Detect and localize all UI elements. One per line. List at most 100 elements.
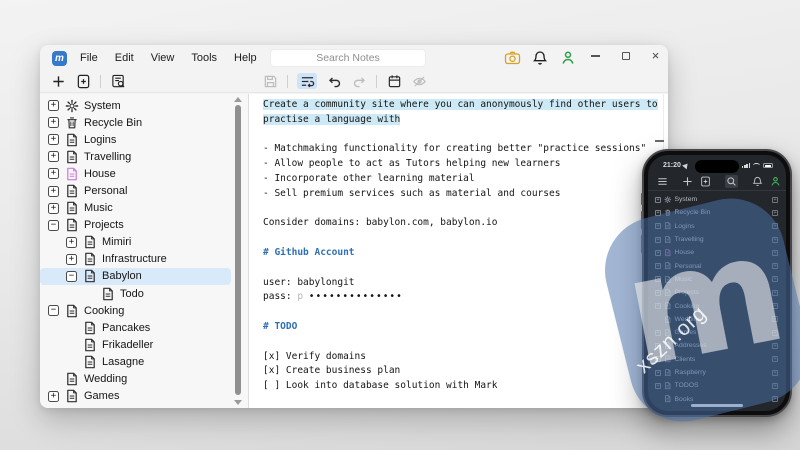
expand-icon[interactable]: + — [48, 391, 59, 402]
phone-tree-item-wedding: Wedding+ — [648, 313, 786, 326]
tree-item-label: Todo — [120, 288, 144, 300]
collapse-icon[interactable]: − — [48, 305, 59, 316]
tree-item-recycle-bin[interactable]: + Recycle Bin — [40, 114, 248, 131]
tree-item-label: Cooking — [84, 305, 124, 317]
tree-item-todo[interactable]: Todo — [40, 285, 248, 302]
minimize-button[interactable] — [590, 49, 601, 63]
editor-line — [263, 232, 668, 247]
phone-grid-icon: + — [772, 303, 778, 309]
expand-icon[interactable]: + — [48, 168, 59, 179]
toolbar-separator — [376, 75, 377, 88]
menu-view[interactable]: View — [151, 52, 175, 64]
save-button[interactable] — [262, 73, 278, 89]
search-input[interactable]: Search Notes — [270, 49, 426, 67]
menu-file[interactable]: File — [80, 52, 98, 64]
note-icon — [65, 218, 79, 232]
note-icon — [83, 355, 97, 369]
tree-item-projects[interactable]: −Projects — [40, 217, 248, 234]
tree-item-label: Recycle Bin — [84, 117, 142, 129]
phone-volume-down-button — [641, 235, 643, 253]
editor-line — [263, 336, 668, 351]
phone-expand-icon: + — [655, 343, 661, 349]
account-icon[interactable] — [560, 50, 577, 66]
tree-item-label: Wedding — [84, 373, 127, 385]
editor-line: [ ] Look into database solution with Mar… — [263, 380, 668, 395]
tree-item-music[interactable]: +Music — [40, 200, 248, 217]
bell-icon[interactable] — [532, 50, 549, 66]
masked-password[interactable]: •••••••••••••• — [309, 291, 403, 302]
collapse-icon[interactable]: − — [66, 271, 77, 282]
toolbar-separator — [287, 75, 288, 88]
word-wrap-button[interactable] — [297, 73, 317, 89]
phone-grid-icon: + — [772, 276, 778, 282]
tree-item-mimiri[interactable]: +Mimiri — [40, 234, 248, 251]
camera-icon[interactable] — [504, 50, 521, 66]
phone-bell-icon — [752, 176, 763, 187]
search-notes-button[interactable] — [110, 73, 126, 89]
phone-grid-icon: + — [772, 197, 778, 203]
phone-new-note-icon — [700, 176, 711, 187]
scroll-up-icon[interactable] — [234, 97, 242, 102]
scroll-down-icon[interactable] — [234, 400, 242, 405]
history-button[interactable] — [386, 73, 402, 89]
expand-icon[interactable]: + — [66, 254, 77, 265]
close-button[interactable]: × — [650, 49, 661, 63]
note-icon — [664, 382, 672, 390]
expand-icon[interactable]: + — [48, 100, 59, 111]
tree-item-pancakes[interactable]: Pancakes — [40, 319, 248, 336]
menu-help[interactable]: Help — [234, 52, 257, 64]
tree-item-wedding[interactable]: Wedding — [40, 371, 248, 388]
tree-item-travelling[interactable]: +Travelling — [40, 148, 248, 165]
scrollbar-thumb[interactable] — [235, 105, 242, 395]
expand-icon[interactable]: + — [48, 134, 59, 145]
phone-expand-icon: + — [655, 370, 661, 376]
phone-expand-icon: + — [655, 303, 661, 309]
tree-item-babylon[interactable]: − Babylon — [40, 268, 231, 285]
note-icon — [664, 342, 672, 350]
tree-item-house[interactable]: +House — [40, 165, 248, 182]
new-note-button[interactable] — [75, 73, 91, 89]
tree-item-frikadeller[interactable]: Frikadeller — [40, 336, 248, 353]
editor-scrollbar-thumb[interactable] — [655, 140, 664, 142]
tree-item-lasagne[interactable]: Lasagne — [40, 353, 248, 370]
hide-password-button[interactable] — [411, 73, 427, 89]
tree-item-label: Babylon — [102, 270, 142, 282]
menu-tools[interactable]: Tools — [191, 52, 217, 64]
phone-grid-icon: + — [772, 250, 778, 256]
new-root-note-button[interactable] — [50, 73, 66, 89]
collapse-icon[interactable]: − — [48, 220, 59, 231]
expand-icon[interactable]: + — [66, 237, 77, 248]
selected-text: Create a community site where you can an… — [263, 99, 658, 110]
phone-tree-item-label: Music — [675, 276, 693, 283]
editor-text: Create a community site where you can an… — [249, 94, 668, 395]
note-icon — [65, 389, 79, 403]
expand-icon[interactable]: + — [48, 151, 59, 162]
maximize-button[interactable] — [620, 49, 631, 63]
note-editor[interactable]: Create a community site where you can an… — [248, 94, 668, 408]
tree-item-cooking[interactable]: − Cooking — [40, 302, 248, 319]
redo-button[interactable] — [351, 73, 367, 89]
toolbar — [40, 71, 668, 93]
tree-item-system[interactable]: +System — [40, 97, 248, 114]
expand-icon[interactable]: + — [48, 203, 59, 214]
tree-item-label: Pancakes — [102, 322, 150, 334]
home-indicator — [691, 404, 743, 407]
editor-line: - Incorporate other learning material — [263, 173, 668, 188]
tree-item-infrastructure[interactable]: +Infrastructure — [40, 251, 248, 268]
menu-edit[interactable]: Edit — [115, 52, 134, 64]
tree-item-personal[interactable]: +Personal — [40, 182, 248, 199]
tree-item-logins[interactable]: +Logins — [40, 131, 248, 148]
undo-button[interactable] — [326, 73, 342, 89]
note-icon — [664, 289, 672, 297]
phone-tree-item-travelling: +Travelling+ — [648, 233, 786, 246]
sidebar-scrollbar[interactable] — [232, 94, 244, 408]
password-hint: p — [297, 291, 308, 302]
tree-item-games[interactable]: +Games — [40, 388, 248, 405]
location-arrow-icon — [682, 162, 690, 170]
phone-tree-item-logins: +Logins+ — [648, 220, 786, 233]
phone-tree-item-house: +House+ — [648, 246, 786, 259]
editor-line — [263, 129, 668, 144]
expand-icon[interactable]: + — [48, 186, 59, 197]
expand-icon[interactable]: + — [48, 117, 59, 128]
phone-expand-icon: + — [655, 250, 661, 256]
